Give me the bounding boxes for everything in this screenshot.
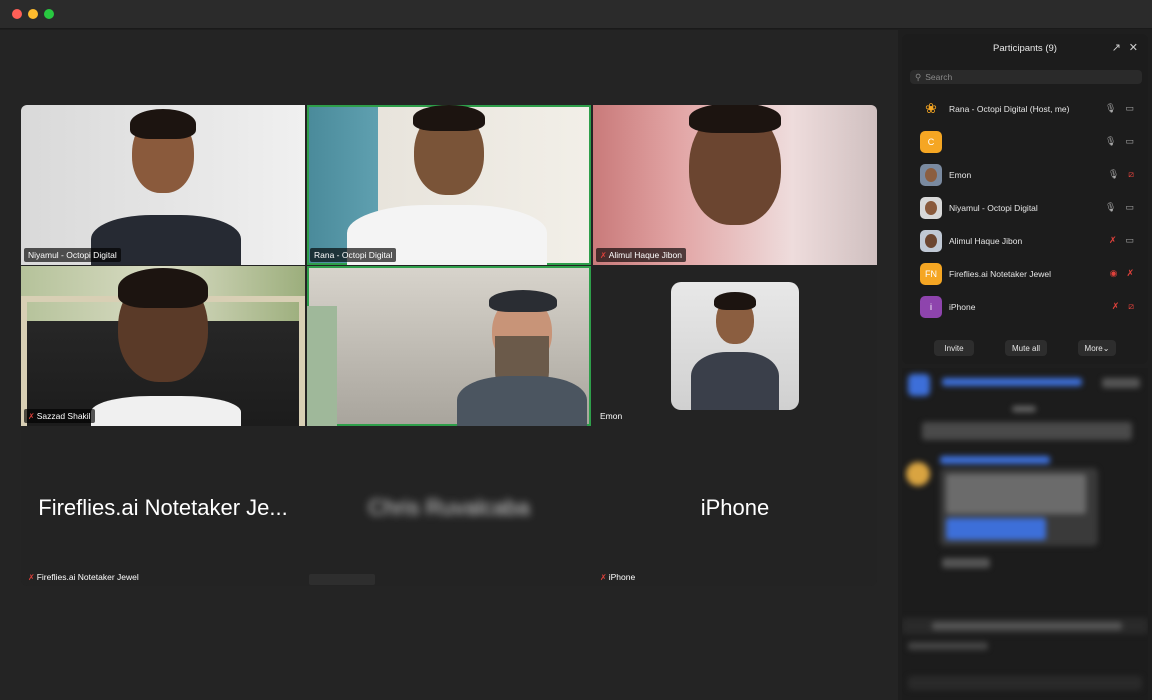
list-item[interactable]: FN Fireflies.ai Notetaker Jewel ◉ ✗: [902, 257, 1148, 290]
video-tile-alimul[interactable]: ✗ Alimul Haque Jibon: [593, 105, 877, 265]
record-icon[interactable]: ◉: [1110, 268, 1118, 279]
video-tile-rana[interactable]: Rana - Octopi Digital: [307, 105, 591, 265]
participant-name-tag: [309, 574, 375, 585]
video-tile-emon[interactable]: Emon: [593, 266, 877, 426]
participant-name-tag: ✗ Alimul Haque Jibon: [596, 248, 686, 262]
meeting-stage: Niyamul - Octopi Digital Rana - Octopi D…: [0, 30, 898, 700]
mic-icon[interactable]: 🎙︎: [1105, 103, 1116, 114]
mic-icon[interactable]: 🎙︎: [1105, 136, 1116, 147]
mic-muted-icon: ✗: [28, 411, 35, 421]
avatar: ❀: [925, 100, 937, 116]
video-camera-icon[interactable]: ▭: [1125, 136, 1134, 147]
video-camera-icon[interactable]: ▭: [1125, 202, 1134, 213]
list-item[interactable]: C 🎙︎ ▭: [902, 125, 1148, 158]
participant-display-name: iPhone: [700, 495, 770, 520]
participant-name-tag: Emon: [600, 411, 623, 421]
avatar: i: [920, 295, 942, 318]
close-icon[interactable]: ✕: [1129, 41, 1138, 54]
video-tile-niyamul[interactable]: Niyamul - Octopi Digital: [21, 105, 305, 265]
participant-name-tag: ✗ Fireflies.ai Notetaker Jewel: [28, 572, 139, 582]
participants-panel: Participants (9) ↗ ✕ ⚲ Search ❀ Rana - O…: [902, 34, 1148, 364]
mic-muted-icon[interactable]: ✗: [1112, 301, 1120, 312]
list-item[interactable]: Niyamul - Octopi Digital 🎙︎ ▭: [902, 191, 1148, 224]
list-item[interactable]: Alimul Haque Jibon ✗ ▭: [902, 224, 1148, 257]
video-camera-icon[interactable]: ▭: [1125, 235, 1134, 246]
close-window-button[interactable]: [12, 9, 22, 19]
pop-out-icon[interactable]: ↗: [1112, 41, 1121, 54]
participant-display-name: Chris Ruvalcaba: [368, 495, 530, 520]
participants-list: ❀ Rana - Octopi Digital (Host, me) 🎙︎ ▭ C…: [902, 92, 1148, 323]
search-input[interactable]: ⚲ Search: [910, 70, 1142, 84]
chat-panel: [902, 368, 1148, 700]
avatar: [920, 229, 942, 252]
tile-fireflies[interactable]: Fireflies.ai Notetaker Je... ✗ Fireflies.…: [21, 427, 305, 586]
mic-muted-icon[interactable]: ✗: [1109, 235, 1117, 246]
tile-chris[interactable]: Chris Ruvalcaba: [307, 427, 591, 586]
participant-name-tag: ✗ Sazzad Shakil: [24, 409, 95, 423]
tile-iphone[interactable]: iPhone ✗ iPhone: [593, 427, 877, 586]
avatar: [920, 163, 942, 186]
mic-muted-icon: ✗: [600, 250, 607, 260]
avatar: [671, 282, 799, 410]
list-item[interactable]: ❀ Rana - Octopi Digital (Host, me) 🎙︎ ▭: [902, 92, 1148, 125]
participant-name-tag: Niyamul - Octopi Digital: [24, 248, 121, 262]
zoom-window-button[interactable]: [44, 9, 54, 19]
video-camera-icon[interactable]: ▭: [1125, 103, 1134, 114]
participant-display-name: Fireflies.ai Notetaker Je...: [38, 495, 288, 520]
video-off-icon[interactable]: ⧄: [1128, 301, 1134, 312]
participant-name-tag: ✗ iPhone: [600, 572, 636, 582]
list-item[interactable]: i iPhone ✗ ⧄: [902, 290, 1148, 323]
list-item[interactable]: Emon 🎙︎ ⧄: [902, 158, 1148, 191]
avatar: [920, 196, 942, 219]
avatar: FN: [920, 262, 942, 285]
mute-all-button[interactable]: Mute all: [1005, 340, 1047, 356]
invite-button[interactable]: Invite: [934, 340, 974, 356]
mic-muted-icon: ✗: [28, 572, 35, 582]
avatar: C: [920, 130, 942, 153]
participant-name-tag: Rana - Octopi Digital: [310, 248, 397, 262]
video-off-icon[interactable]: ⧄: [1128, 169, 1134, 180]
mic-muted-icon[interactable]: ✗: [1126, 268, 1134, 279]
video-tile-sazzad[interactable]: ✗ Sazzad Shakil: [21, 266, 305, 426]
mic-icon[interactable]: 🎙︎: [1105, 202, 1116, 213]
chevron-down-icon: ⌄: [1102, 343, 1110, 353]
window-titlebar: [0, 0, 1152, 29]
minimize-window-button[interactable]: [28, 9, 38, 19]
mic-icon[interactable]: 🎙︎: [1108, 169, 1119, 180]
gallery-grid: Niyamul - Octopi Digital Rana - Octopi D…: [21, 105, 877, 586]
search-icon: ⚲: [915, 71, 922, 82]
more-button[interactable]: More ⌄: [1078, 340, 1116, 356]
video-tile-active-speaker[interactable]: [307, 266, 591, 426]
mic-muted-icon: ✗: [600, 572, 607, 582]
